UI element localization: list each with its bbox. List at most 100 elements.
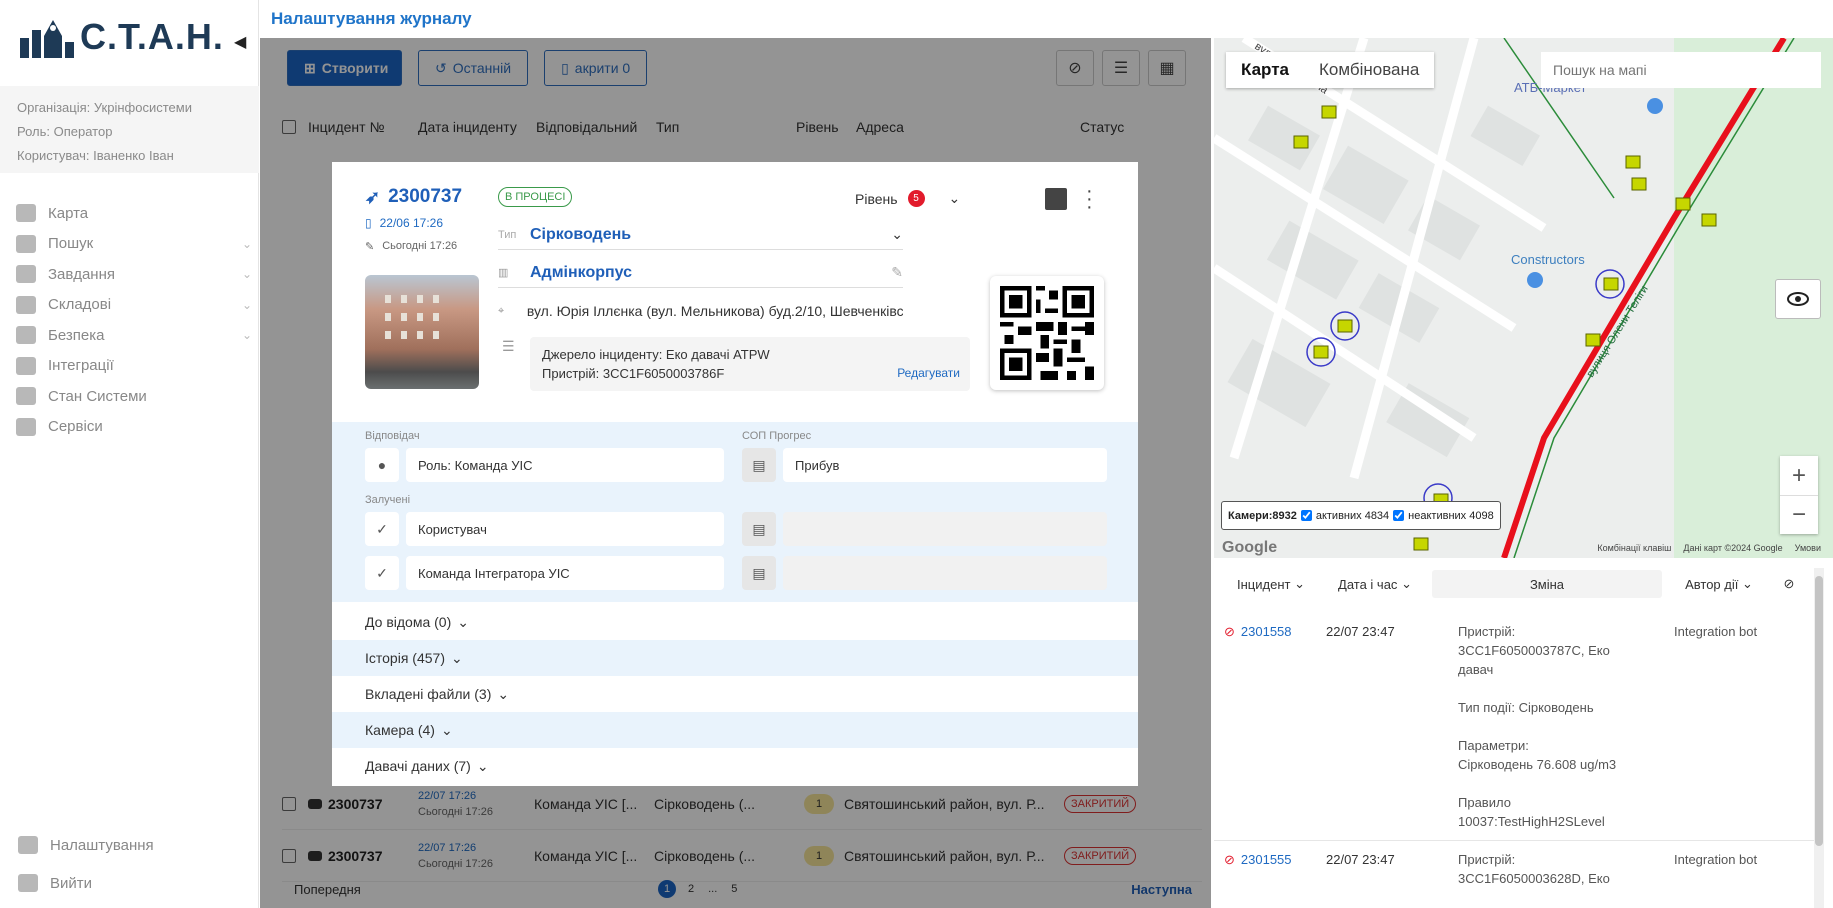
menu-item-logout[interactable]: Вийти (18, 864, 154, 902)
more-options-icon[interactable]: · · · (1086, 181, 1093, 217)
involved-sop-field[interactable] (783, 512, 1107, 546)
change-line: Тип події: Сірководень (1458, 700, 1594, 715)
accordion-history[interactable]: Історія (457) ⌄ (332, 640, 1138, 676)
journal-entry[interactable]: ⊘ 2301558 22/07 23:47 Пристрій: 3CC1F6050… (1224, 622, 1814, 831)
integrations-icon (16, 356, 36, 375)
journal-entry-id[interactable]: ⊘ 2301558 (1224, 622, 1326, 831)
visibility-toggle-button[interactable] (1775, 279, 1821, 319)
filter-datetime[interactable]: Дата і час ⌄ (1326, 570, 1424, 598)
app-logo[interactable]: С.Т.А.Н. (20, 16, 224, 58)
collapse-sidebar-icon[interactable]: ◀ (234, 32, 246, 52)
type-field[interactable]: Тип Сірководень ⌄ (498, 220, 903, 250)
change-line: Сірководень 76.608 ug/m3 (1458, 757, 1617, 772)
sop-icon[interactable]: ▤ (742, 512, 776, 546)
menu-item-tasks[interactable]: Завдання ⌄ (16, 259, 252, 290)
terms-link[interactable]: Умови (1795, 543, 1821, 553)
accordion-files[interactable]: Вкладені файли (3) ⌄ (332, 676, 1138, 712)
journal-panel: Інцидент ⌄ Дата і час ⌄ Зміна Автор дії … (1214, 558, 1833, 908)
accordion-sensors[interactable]: Давачі даних (7) ⌄ (332, 748, 1138, 784)
accordion-label: Камера (4) (365, 722, 435, 738)
photo-detail (385, 313, 391, 321)
accordion-label: Історія (457) (365, 650, 445, 666)
blocked-icon: ⊘ (1224, 852, 1235, 867)
edited-date: ✎ Сьогодні 17:26 (365, 240, 457, 253)
filter-label: Зміна (1529, 576, 1565, 592)
qr-icon (1000, 286, 1094, 380)
journal-scrollbar[interactable] (1814, 568, 1824, 908)
zoom-out-button[interactable]: − (1780, 495, 1818, 534)
involved-field[interactable]: Команда Інтегратора УІС (406, 556, 724, 590)
involved-field[interactable]: Користувач (406, 512, 724, 546)
change-spacer (1458, 774, 1674, 793)
building-icon: ▥ (498, 267, 509, 279)
responder-field[interactable]: Роль: Команда УІС (406, 448, 724, 482)
involved-sop-field[interactable] (783, 556, 1107, 590)
level-selector[interactable]: Рівень 5 ⌄ (855, 190, 960, 207)
change-spacer (1458, 679, 1674, 698)
entry-datetime: 22/07 23:47 (1326, 852, 1395, 867)
chevron-down-icon: ⌄ (1401, 576, 1412, 591)
accordion-notify[interactable]: До відома (0) ⌄ (332, 604, 1138, 640)
save-icon[interactable] (1045, 188, 1067, 210)
accordion-label: Вкладені файли (3) (365, 686, 492, 702)
zoom-control: + − (1780, 456, 1818, 534)
map-search-input[interactable] (1541, 52, 1821, 88)
chevron-down-icon: ⌄ (497, 685, 510, 702)
tasks-icon (16, 265, 36, 284)
accordion-label: До відома (0) (365, 614, 452, 630)
zoom-in-button[interactable]: + (1780, 456, 1818, 495)
change-line: давач (1458, 662, 1494, 677)
filter-author[interactable]: Автор дії ⌄ (1670, 570, 1768, 598)
level-badge: 5 (907, 190, 925, 207)
user-check-icon: ✓ (365, 556, 399, 590)
menu-item-security[interactable]: Безпека ⌄ (16, 320, 252, 351)
journal-entry-id[interactable]: ⊘ 2301555 (1224, 850, 1326, 888)
edit-link[interactable]: Редагувати (897, 364, 960, 383)
menu-item-integrations[interactable]: Інтеграції (16, 351, 252, 382)
chevron-down-icon: ⌄ (1294, 576, 1305, 591)
filter-incident[interactable]: Інцидент ⌄ (1224, 570, 1318, 598)
page-title: Налаштування журналу (271, 9, 472, 28)
menu-label: Вийти (50, 874, 93, 892)
keyboard-shortcuts-link[interactable]: Комбінації клавіш (1597, 543, 1671, 553)
sop-icon[interactable]: ▤ (742, 556, 776, 590)
change-line: Параметри: (1458, 738, 1529, 753)
tab-combined[interactable]: Комбінована (1304, 52, 1434, 88)
tab-map[interactable]: Карта (1226, 52, 1304, 88)
map-canvas[interactable]: АТБ-Маркет Constructors вулиця Ольжича в… (1214, 38, 1833, 558)
qr-code[interactable] (990, 276, 1104, 390)
active-cameras-checkbox[interactable] (1300, 510, 1312, 521)
inactive-cameras-label: неактивних 4098 (1408, 509, 1494, 522)
scrollbar-thumb[interactable] (1815, 576, 1823, 846)
active-cameras-label: активних 4834 (1315, 509, 1390, 522)
accordion-camera[interactable]: Камера (4) ⌄ (332, 712, 1138, 748)
menu-item-services[interactable]: Сервіси (16, 412, 252, 443)
entry-change: Пристрій: 3CC1F6050003787C, Еко давач Ти… (1458, 622, 1674, 831)
photo-detail (417, 313, 423, 321)
change-line: 3CC1F6050003787C, Еко (1458, 643, 1610, 658)
inactive-cameras-checkbox[interactable] (1393, 510, 1405, 521)
location-pin-icon: ⌖ (498, 304, 505, 317)
chevron-down-icon: ⌄ (241, 267, 252, 282)
menu-item-system-status[interactable]: Стан Системи (16, 381, 252, 412)
sop-icon[interactable]: ▤ (742, 448, 776, 482)
logo-text: С.Т.А.Н. (80, 16, 224, 57)
filter-change[interactable]: Зміна (1432, 570, 1662, 598)
map-panel[interactable]: АТБ-Маркет Constructors вулиця Ольжича в… (1214, 38, 1833, 558)
journal-entry[interactable]: ⊘ 2301555 22/07 23:47 Пристрій: 3CC1F6050… (1224, 850, 1814, 888)
menu-item-search[interactable]: Пошук ⌄ (16, 229, 252, 260)
menu-item-settings[interactable]: Налаштування (18, 826, 154, 864)
object-field[interactable]: ▥ Адмінкорпус ✎ (498, 258, 903, 288)
role-label: Роль: Оператор (17, 124, 113, 139)
menu-item-components[interactable]: Складові ⌄ (16, 290, 252, 321)
incident-photo[interactable] (365, 275, 479, 389)
type-label: Тип (498, 228, 517, 241)
created-date: ▯ 22/06 17:26 (365, 216, 443, 230)
photo-detail (401, 331, 407, 339)
document-icon: ▯ (365, 216, 372, 230)
menu-item-map[interactable]: Карта (16, 198, 252, 229)
search-icon (16, 234, 36, 253)
clear-filter-icon[interactable]: ⊘ (1776, 570, 1802, 598)
pencil-icon[interactable]: ✎ (891, 264, 903, 281)
sop-field[interactable]: Прибув (783, 448, 1107, 482)
